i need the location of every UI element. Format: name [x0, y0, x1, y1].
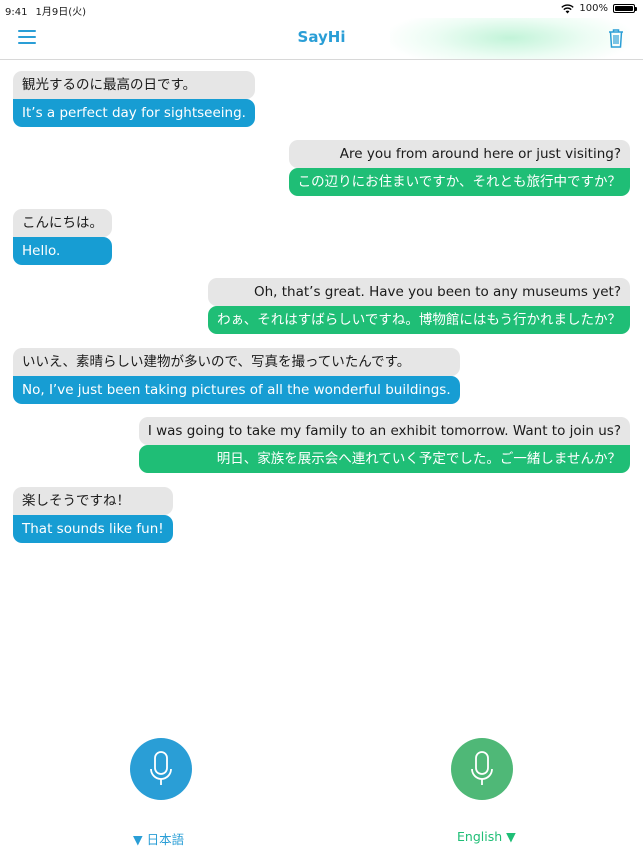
original-text-bubble: Oh, that’s great. Have you been to any m… [208, 278, 630, 306]
language-selector-english[interactable]: English ▼ [457, 829, 516, 844]
status-left: 9:41 1月9日(火) [5, 3, 94, 18]
message-pair[interactable]: I was going to take my family to an exhi… [138, 417, 630, 473]
translation-bubble: Hello. [13, 237, 112, 265]
battery-percent: 100% [579, 3, 608, 14]
mic-button-english[interactable] [451, 738, 513, 800]
status-date: 1月9日(火) [35, 7, 86, 18]
language-selector-japanese[interactable]: ▼ 日本語 [133, 829, 184, 848]
original-text-bubble: I was going to take my family to an exhi… [138, 417, 630, 445]
message-pair[interactable]: こんにちは。 Hello. [13, 209, 112, 265]
status-time: 9:41 [5, 7, 28, 18]
message-pair[interactable]: 観光するのに最高の日です。 It’s a perfect day for sig… [13, 71, 255, 127]
trash-icon[interactable] [606, 27, 626, 49]
original-text-bubble: 観光するのに最高の日です。 [13, 71, 255, 99]
status-right: 100% [561, 3, 637, 14]
mic-button-japanese[interactable] [130, 738, 192, 800]
microphone-icon [150, 751, 172, 785]
translation-bubble: この辺りにお住まいですか、それとも旅行中ですか？ [288, 168, 630, 196]
original-text-bubble: いいえ、素晴らしい建物が多いので、写真を撮っていたんです。 [13, 348, 460, 376]
translation-bubble: No, I’ve just been taking pictures of al… [13, 376, 460, 404]
message-pair[interactable]: いいえ、素晴らしい建物が多いので、写真を撮っていたんです。 No, I’ve j… [13, 348, 460, 404]
microphone-icon [471, 751, 493, 785]
wifi-icon [561, 3, 575, 13]
translation-bubble: わぁ、それはすばらしいですね。博物館にはもう行かれましたか？ [208, 306, 630, 334]
original-text-bubble: Are you from around here or just visitin… [288, 140, 630, 168]
message-pair[interactable]: 楽しそうですね！ That sounds like fun! [13, 487, 173, 543]
status-bar: 9:41 1月9日(火) 100% [0, 0, 643, 18]
translation-bubble: That sounds like fun! [13, 515, 173, 543]
original-text-bubble: こんにちは。 [13, 209, 112, 237]
translation-bubble: 明日、家族を展示会へ連れていく予定でした。ご一緒しませんか？ [138, 445, 630, 473]
translation-bubble: It’s a perfect day for sightseeing. [13, 99, 255, 127]
original-text-bubble: 楽しそうですね！ [13, 487, 173, 515]
app-title: SayHi [297, 28, 346, 46]
nav-bar: SayHi [0, 18, 643, 60]
battery-icon [613, 4, 637, 13]
message-pair[interactable]: Are you from around here or just visitin… [288, 140, 630, 196]
message-pair[interactable]: Oh, that’s great. Have you been to any m… [208, 278, 630, 334]
